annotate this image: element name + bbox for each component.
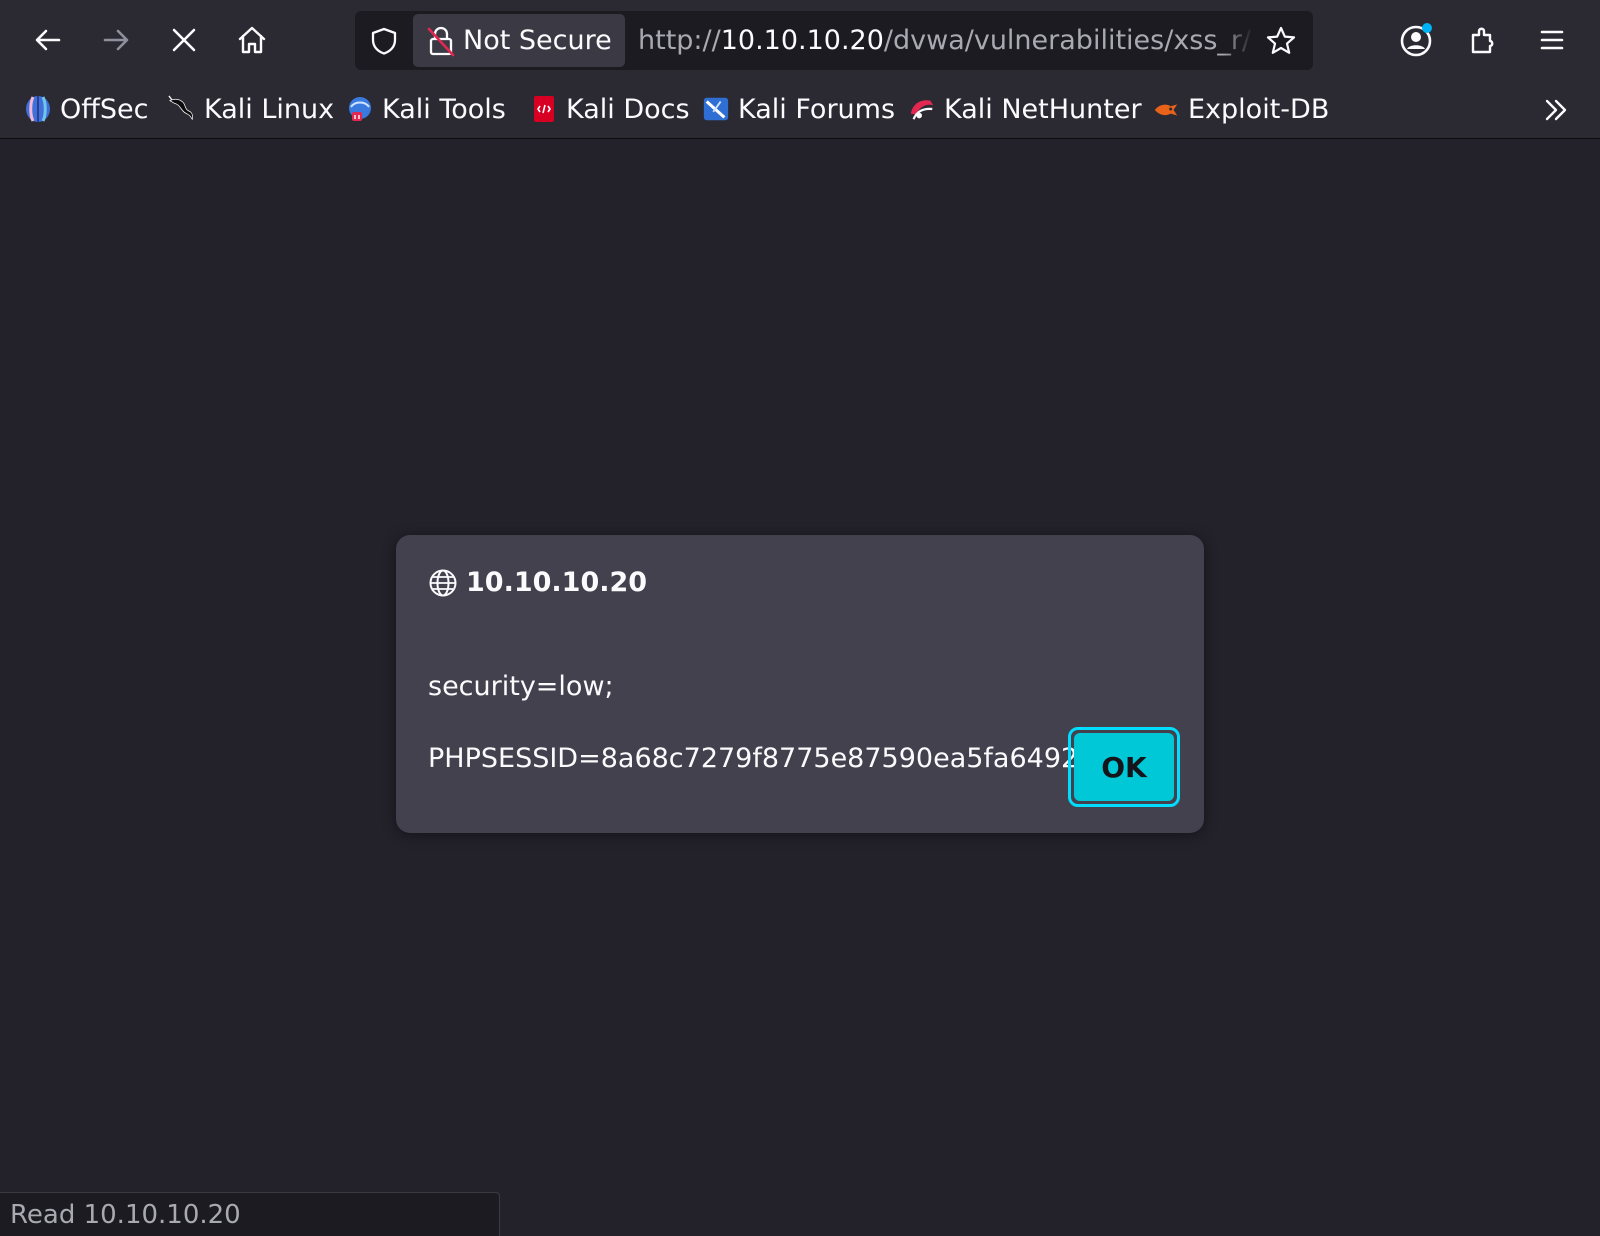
- bookmark-kali-tools[interactable]: Kali Tools: [346, 82, 506, 136]
- globe-icon: [428, 568, 458, 598]
- ok-button[interactable]: OK: [1074, 733, 1174, 801]
- url-path: /dvwa/vulnerabilities/xss_r/?n: [883, 25, 1253, 56]
- kali-dragon-icon: [168, 95, 196, 123]
- kali-forums-icon: [702, 95, 730, 123]
- url-text[interactable]: http://10.10.10.20/dvwa/vulnerabilities/…: [638, 11, 1253, 70]
- kali-docs-icon: [530, 95, 558, 123]
- bookmark-label: Exploit-DB: [1188, 93, 1330, 125]
- account-icon: [1400, 23, 1432, 57]
- bookmark-label: Kali Linux: [204, 93, 335, 125]
- forward-arrow-icon: [103, 29, 129, 51]
- bookmark-label: Kali NetHunter: [944, 93, 1142, 125]
- navigation-toolbar: Not Secure http://10.10.10.20/dvwa/vulne…: [0, 0, 1600, 82]
- back-button[interactable]: [24, 16, 72, 64]
- url-host: 10.10.10.20: [720, 25, 884, 56]
- bookmark-kali-docs[interactable]: Kali Docs: [530, 82, 690, 136]
- star-icon: [1266, 26, 1296, 54]
- puzzle-piece-icon: [1471, 27, 1494, 54]
- security-label: Not Secure: [463, 25, 612, 56]
- close-icon: [172, 28, 196, 52]
- bookmarks-toolbar: OffSec Kali Linux Kali Tools Kali Docs K…: [0, 82, 1600, 139]
- forward-button[interactable]: [92, 16, 140, 64]
- page-content: 10.10.10.20 security=low; PHPSESSID=8a68…: [0, 139, 1600, 1236]
- bookmark-kali-forums[interactable]: Kali Forums: [702, 82, 895, 136]
- bookmark-offsec[interactable]: OffSec: [24, 82, 148, 136]
- dialog-message-line: security=low;: [428, 671, 614, 702]
- exploit-db-icon: [1152, 95, 1180, 123]
- back-arrow-icon: [35, 29, 61, 51]
- bookmark-label: OffSec: [60, 93, 149, 125]
- nethunter-icon: [908, 95, 936, 123]
- more-bookmarks-button[interactable]: [1538, 92, 1574, 128]
- address-bar[interactable]: Not Secure http://10.10.10.20/dvwa/vulne…: [355, 11, 1313, 70]
- bookmark-exploit-db[interactable]: Exploit-DB: [1152, 82, 1329, 136]
- hamburger-menu-icon: [1540, 30, 1564, 50]
- dialog-message-line: PHPSESSID=8a68c7279f8775e87590ea5fa64929…: [428, 743, 1130, 774]
- dialog-host: 10.10.10.20: [466, 567, 648, 598]
- extensions-button[interactable]: [1460, 16, 1508, 64]
- bookmark-kali-nethunter[interactable]: Kali NetHunter: [908, 82, 1142, 136]
- dialog-title: 10.10.10.20: [428, 567, 647, 598]
- app-menu-button[interactable]: [1528, 16, 1576, 64]
- bookmark-star-button[interactable]: [1263, 23, 1299, 59]
- offsec-icon: [24, 95, 52, 123]
- insecure-lock-icon: [427, 25, 455, 57]
- status-bar: Read 10.10.10.20: [0, 1192, 500, 1236]
- bookmark-label: Kali Forums: [738, 93, 896, 125]
- bookmark-kali-linux[interactable]: Kali Linux: [168, 82, 334, 136]
- tracking-protection-button[interactable]: [367, 24, 401, 58]
- chevron-double-right-icon: [1545, 99, 1567, 121]
- account-button[interactable]: [1392, 16, 1440, 64]
- bookmark-label: Kali Docs: [566, 93, 690, 125]
- home-icon: [238, 26, 266, 54]
- ok-button-focus-ring: OK: [1068, 727, 1180, 807]
- kali-tools-icon: [346, 95, 374, 123]
- stop-loading-button[interactable]: [160, 16, 208, 64]
- dialog-message: security=low; PHPSESSID=8a68c7279f8775e8…: [428, 633, 1168, 813]
- browser-window: Not Secure http://10.10.10.20/dvwa/vulne…: [0, 0, 1600, 1236]
- bookmark-label: Kali Tools: [382, 93, 506, 125]
- home-button[interactable]: [228, 16, 276, 64]
- url-prefix: http://: [638, 25, 721, 56]
- shield-icon: [371, 27, 397, 55]
- url-fade: [1223, 11, 1253, 70]
- alert-dialog: 10.10.10.20 security=low; PHPSESSID=8a68…: [396, 535, 1204, 833]
- site-security-button[interactable]: Not Secure: [413, 14, 625, 67]
